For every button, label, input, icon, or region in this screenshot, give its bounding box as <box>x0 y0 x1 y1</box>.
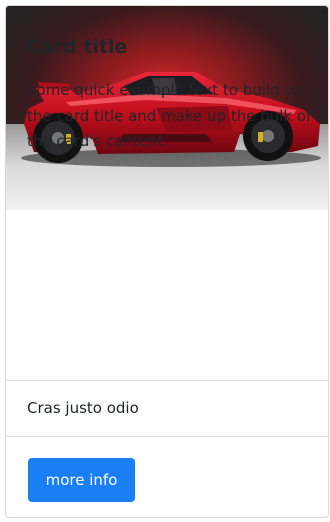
divider <box>6 436 328 437</box>
list-item: Cras justo odio <box>27 399 139 417</box>
card: Card title Some quick example text to bu… <box>5 5 329 518</box>
card-text: Some quick example text to build on the … <box>27 81 312 150</box>
more-info-button[interactable]: more info <box>28 458 135 502</box>
card-title: Card title <box>27 36 128 58</box>
divider <box>6 380 328 381</box>
